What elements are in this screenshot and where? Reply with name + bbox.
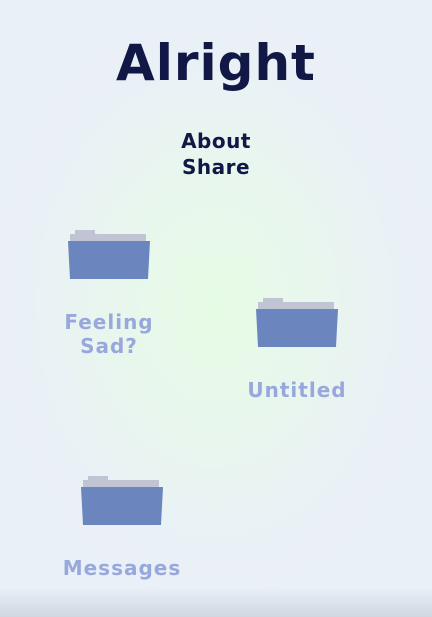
folder-label: Feeling Sad? — [64, 310, 154, 358]
app-title: Alright — [116, 34, 316, 92]
folder-messages[interactable]: Messages — [52, 476, 192, 580]
folder-icon — [68, 230, 150, 279]
folder-icon — [81, 476, 163, 525]
folder-icon — [256, 298, 338, 347]
share-link[interactable]: Share — [0, 154, 432, 180]
about-link[interactable]: About — [0, 128, 432, 154]
folder-feeling-sad[interactable]: Feeling Sad? — [39, 230, 179, 358]
bottom-shade — [0, 587, 432, 617]
folder-untitled[interactable]: Untitled — [227, 298, 367, 402]
folder-label: Untitled — [247, 378, 347, 402]
main-menu: About Share — [0, 128, 432, 180]
folder-label: Messages — [62, 556, 182, 580]
